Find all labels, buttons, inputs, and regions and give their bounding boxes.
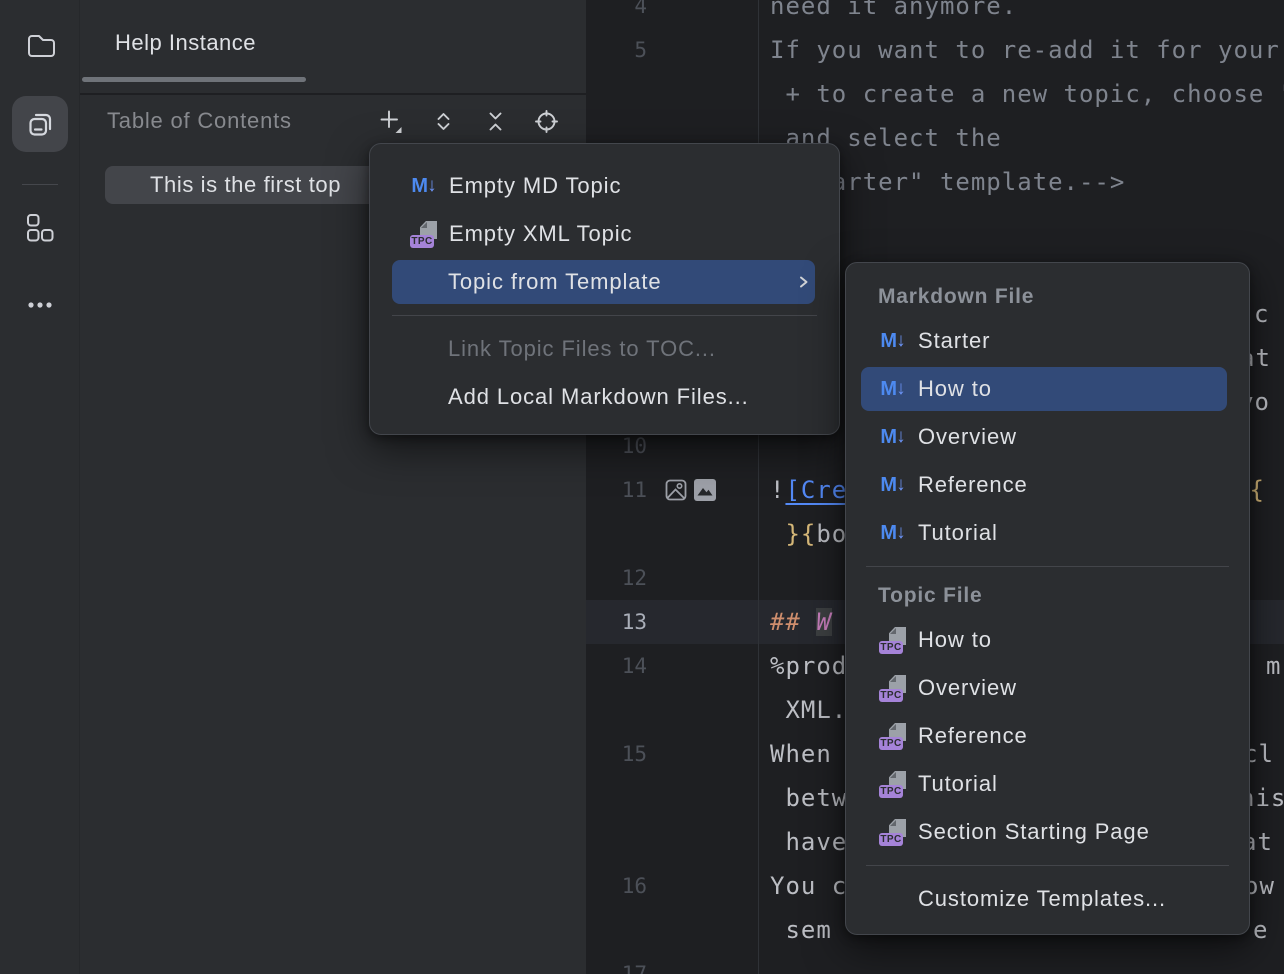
markdown-file-icon: M↓	[410, 175, 438, 198]
line-number: 4	[586, 0, 647, 28]
collapse-all-icon	[482, 108, 509, 135]
submenu-item-starter[interactable]: M↓ Starter	[846, 317, 1249, 365]
code-text: + to create a new topic, choose "	[770, 72, 1284, 116]
more-dots-icon	[23, 289, 57, 321]
menu-item-topic-from-template[interactable]: Topic from Template	[370, 258, 839, 306]
submenu-item-tutorial-topic[interactable]: TPC Tutorial	[846, 760, 1249, 808]
line-number: 13	[586, 600, 647, 644]
markdown-file-icon: M↓	[879, 522, 907, 545]
code-text: c	[1254, 292, 1269, 336]
code-text: XML.	[770, 688, 847, 732]
locate-file-button[interactable]	[530, 105, 562, 137]
editor-line-4[interactable]: 4 need it anymore.	[586, 0, 1284, 28]
menu-separator	[392, 315, 817, 316]
plus-dropdown-icon	[376, 107, 404, 135]
active-tab-underline	[82, 77, 306, 82]
editor-line-wrap[interactable]: + to create a new topic, choose "	[586, 72, 1284, 116]
topic-file-icon: TPC	[879, 722, 907, 750]
line-number: 11	[586, 468, 647, 512]
topic-file-icon: TPC	[879, 770, 907, 798]
topic-file-icon: TPC	[879, 626, 907, 654]
markdown-file-icon: M↓	[879, 426, 907, 449]
add-topic-menu: M↓ Empty MD Topic TPC Empty XML Topic To…	[369, 143, 840, 435]
gutter-image-preview-icons[interactable]	[664, 478, 716, 502]
image-outline-icon	[664, 478, 688, 502]
submenu-item-overview-md[interactable]: M↓ Overview	[846, 413, 1249, 461]
tool-window-stripe	[0, 0, 80, 974]
submenu-header-topic-file: Topic File	[846, 576, 1249, 616]
line-number: 16	[586, 864, 647, 908]
submenu-selection-highlight	[861, 367, 1227, 411]
code-text: sem	[770, 908, 832, 952]
folder-icon	[24, 29, 56, 61]
code-text: e	[1253, 908, 1268, 952]
code-text: have	[770, 820, 847, 864]
code-text: m	[1266, 644, 1281, 688]
submenu-header-markdown-file: Markdown File	[846, 277, 1249, 317]
topic-file-icon: TPC	[410, 220, 438, 248]
line-number: 15	[586, 732, 647, 776]
line-number: 12	[586, 556, 647, 600]
submenu-item-section-starting-page[interactable]: TPC Section Starting Page	[846, 808, 1249, 856]
menu-item-add-local-markdown[interactable]: Add Local Markdown Files...	[370, 373, 839, 421]
chevron-right-icon	[795, 274, 811, 290]
submenu-separator	[866, 865, 1229, 866]
code-text: }{bo	[770, 512, 847, 556]
more-tool-windows-button[interactable]	[12, 277, 68, 333]
expand-all-icon	[430, 108, 457, 135]
markdown-file-icon: M↓	[879, 330, 907, 353]
image-filled-icon	[694, 479, 716, 501]
code-text: ## W	[770, 600, 832, 644]
line-number: 5	[586, 28, 647, 72]
header-divider	[80, 93, 586, 95]
markdown-file-icon: M↓	[879, 378, 907, 401]
submenu-item-how-to-md[interactable]: M↓ How to	[846, 365, 1249, 413]
submenu-item-overview-topic[interactable]: TPC Overview	[846, 664, 1249, 712]
editor-line-5[interactable]: 5 If you want to re-add it for your	[586, 28, 1284, 72]
topic-from-template-submenu: Markdown File M↓ Starter M↓ How to M↓ Ov…	[845, 262, 1250, 935]
submenu-item-reference-topic[interactable]: TPC Reference	[846, 712, 1249, 760]
submenu-item-tutorial-md[interactable]: M↓ Tutorial	[846, 509, 1249, 557]
code-text: If you want to re-add it for your	[770, 28, 1280, 72]
topic-file-icon: TPC	[879, 818, 907, 846]
submenu-separator	[866, 566, 1229, 567]
toc-tree-item-label: This is the first top	[150, 172, 341, 198]
code-text: %prod	[770, 644, 847, 688]
topic-file-icon: TPC	[879, 674, 907, 702]
add-topic-button[interactable]	[374, 105, 406, 137]
stripe-divider	[22, 184, 58, 185]
menu-item-link-topic-files[interactable]: Link Topic Files to TOC...	[370, 325, 839, 373]
line-number: 17	[586, 952, 647, 974]
collapse-all-button[interactable]	[479, 105, 511, 137]
submenu-item-how-to-topic[interactable]: TPC How to	[846, 616, 1249, 664]
toc-tool-window-button[interactable]	[12, 96, 68, 152]
markdown-file-icon: M↓	[879, 474, 907, 497]
code-text: When	[770, 732, 847, 776]
expand-all-button[interactable]	[427, 105, 459, 137]
crosshair-icon	[533, 108, 560, 135]
code-text: need it anymore.	[770, 0, 1017, 28]
editor-line-17[interactable]: 17	[586, 952, 1284, 974]
menu-item-empty-md-topic[interactable]: M↓ Empty MD Topic	[370, 162, 839, 210]
line-number: 14	[586, 644, 647, 688]
submenu-item-reference-md[interactable]: M↓ Reference	[846, 461, 1249, 509]
project-folder-button[interactable]	[12, 17, 68, 73]
code-text: betw	[770, 776, 847, 820]
code-text: ![Cre	[770, 468, 847, 512]
code-text: You c	[770, 864, 847, 908]
submenu-item-customize-templates[interactable]: Customize Templates...	[846, 875, 1249, 923]
copies-icon	[24, 108, 56, 140]
structure-icon	[25, 213, 55, 243]
toc-section-title: Table of Contents	[107, 108, 292, 134]
panel-title-tab[interactable]: Help Instance	[115, 30, 256, 56]
structure-button[interactable]	[12, 200, 68, 256]
menu-item-empty-xml-topic[interactable]: TPC Empty XML Topic	[370, 210, 839, 258]
